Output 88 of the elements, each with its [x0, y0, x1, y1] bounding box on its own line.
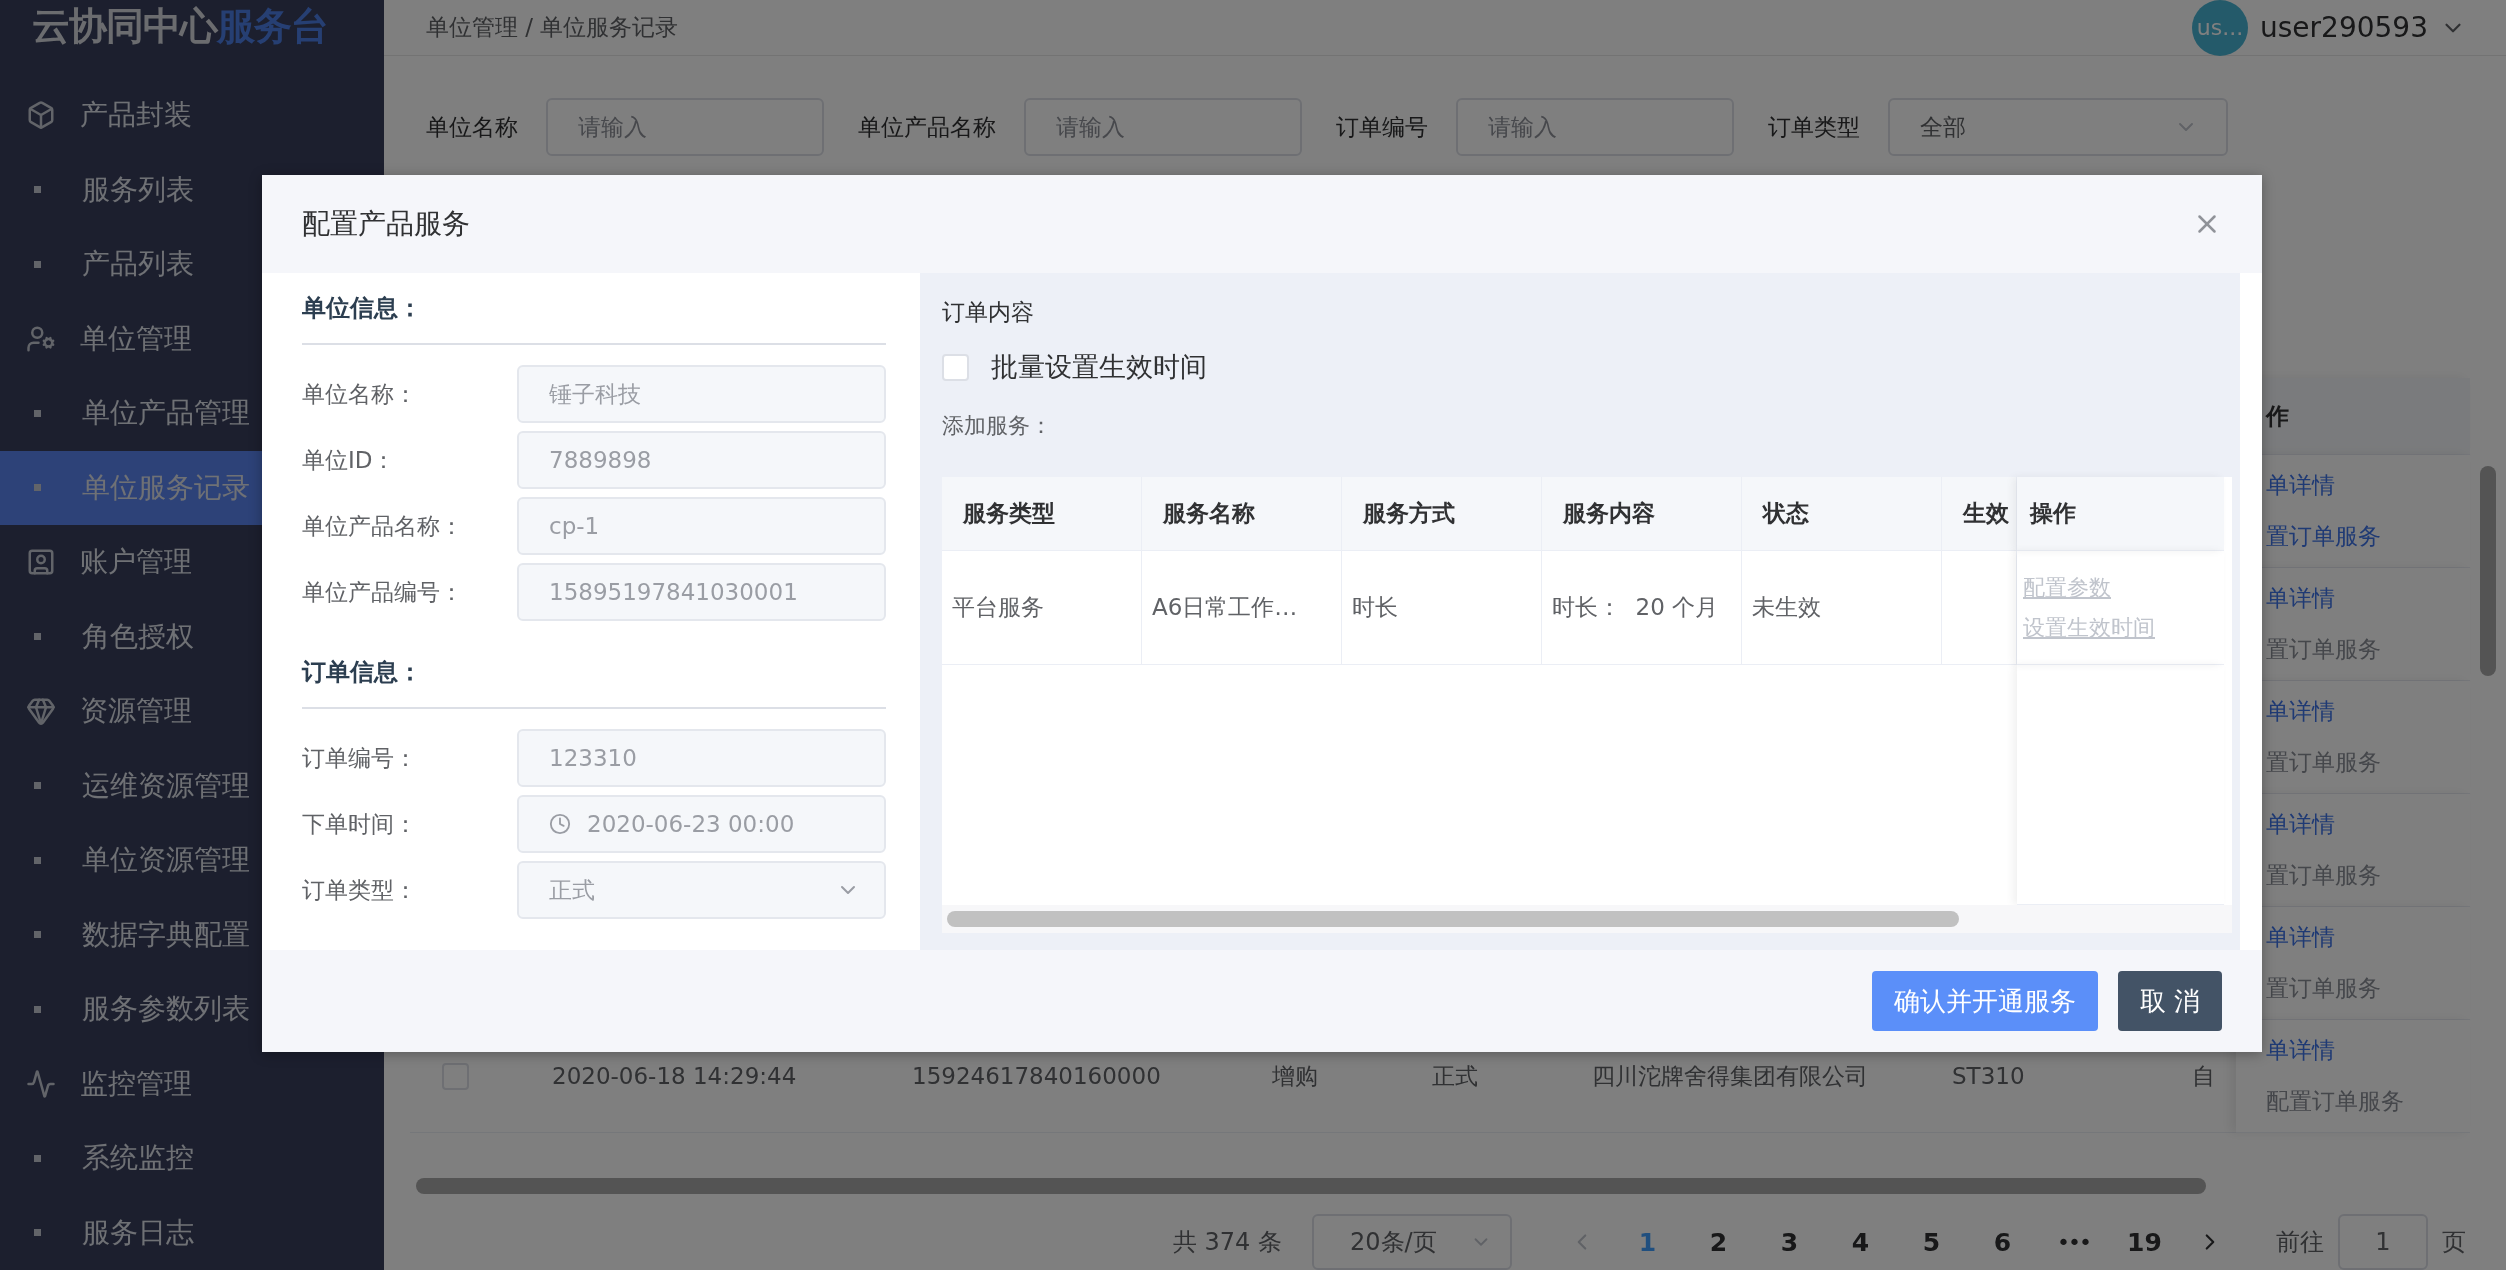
action-link[interactable]: 置订单服务: [2266, 521, 2470, 552]
action-link[interactable]: 单详情: [2266, 1035, 2470, 1066]
bullet-icon: [34, 931, 41, 939]
input-field[interactable]: 请输入: [1456, 98, 1734, 156]
bullet-icon: [34, 1154, 41, 1162]
table-header: 状态: [1742, 477, 1942, 551]
menu-item[interactable]: 服务日志: [0, 1195, 384, 1270]
page-number[interactable]: 3: [1754, 1227, 1825, 1257]
field-label: 下单时间：: [302, 809, 418, 839]
table-header: 服务名称: [1142, 477, 1342, 551]
page-number[interactable]: 1: [1612, 1227, 1683, 1257]
table-cell-text: 增购: [1272, 1061, 1318, 1091]
table-cell-text: 自: [2192, 1061, 2215, 1091]
diamond-icon: [26, 696, 56, 727]
more-pages[interactable]: •••: [2038, 1229, 2109, 1255]
table-cell: 2020-06-18 14:29:44: [552, 1063, 797, 1089]
monitor-pulse-icon: [26, 1068, 56, 1099]
filter-label: 单位产品名称: [858, 112, 996, 142]
dialog-title: 配置产品服务: [302, 206, 470, 242]
section-title: 订单信息：: [302, 657, 423, 688]
table-header: 服务内容: [1542, 477, 1742, 551]
input-field[interactable]: 请输入: [546, 98, 824, 156]
bullet-icon: [34, 782, 41, 790]
field-label: 单位产品编号：: [302, 577, 464, 607]
field-label: 订单编号：: [302, 743, 418, 773]
table-cell-text: A6日常工作…: [1152, 593, 1298, 622]
page-number[interactable]: 19: [2109, 1227, 2180, 1257]
table-cell-text: 未生效: [1752, 593, 1821, 622]
clock-icon: [549, 813, 571, 835]
bullet-icon: [34, 856, 41, 864]
id-card-icon: [26, 547, 56, 578]
goto-label: 前往: [2276, 1227, 2324, 1258]
table-cell-text: 时长: [1352, 593, 1398, 622]
scrollbar[interactable]: [947, 911, 1959, 927]
scrollbar[interactable]: [416, 1178, 2206, 1194]
input-field[interactable]: 请输入: [1024, 98, 1302, 156]
menu-group[interactable]: 监控管理: [0, 1046, 384, 1121]
cancel-button[interactable]: 取 消: [2117, 971, 2222, 1031]
page-size-select[interactable]: 20条/页: [1312, 1214, 1512, 1270]
action-link[interactable]: 单详情: [2266, 583, 2470, 614]
logo: 云协同中心服务台: [31, 3, 329, 50]
bullet-icon: [34, 633, 41, 641]
field-label: 单位名称：: [302, 379, 418, 409]
select-field[interactable]: 全部: [1888, 98, 2228, 156]
breadcrumb: 单位管理 / 单位服务记录: [426, 13, 679, 42]
table-header: 服务方式: [1342, 477, 1542, 551]
panel-title: 订单内容: [942, 298, 1035, 327]
page-number[interactable]: 5: [1896, 1227, 1967, 1257]
bullet-icon: [34, 186, 41, 194]
scrollbar[interactable]: [2480, 466, 2496, 676]
add-service-label: 添加服务：: [942, 412, 1053, 440]
filter-label: 订单类型: [1768, 112, 1860, 142]
table-cell-text: 正式: [1432, 1061, 1478, 1091]
box-icon: [26, 100, 56, 131]
table-cell: ST310: [1952, 1063, 2025, 1089]
user-name[interactable]: user290593: [2260, 11, 2428, 44]
page-input[interactable]: 1: [2338, 1214, 2428, 1270]
page-number[interactable]: 6: [1967, 1227, 2038, 1257]
avatar[interactable]: us...: [2192, 0, 2249, 56]
confirm-button[interactable]: 确认并开通服务: [1871, 971, 2098, 1031]
action-link[interactable]: 单详情: [2266, 922, 2470, 953]
menu-item[interactable]: 系统监控: [0, 1121, 384, 1196]
table-header: 操作: [2017, 477, 2224, 551]
bullet-icon: [34, 260, 41, 268]
page-suffix: 页: [2442, 1227, 2466, 1258]
filter-label: 单位名称: [426, 112, 518, 142]
total-count: 共 374 条: [1172, 1227, 1282, 1258]
action-link[interactable]: 单详情: [2266, 470, 2470, 501]
section-title: 单位信息：: [302, 293, 423, 324]
menu-item[interactable]: 服务参数列表: [0, 972, 384, 1047]
action-link[interactable]: 单详情: [2266, 809, 2470, 840]
bullet-icon: [34, 1229, 41, 1237]
field-label: 订单类型：: [302, 875, 418, 905]
action-link[interactable]: 单详情: [2266, 696, 2470, 727]
table-header: 生效: [1942, 477, 2017, 551]
table-header: 服务类型: [942, 477, 1142, 551]
bullet-icon: [34, 484, 41, 492]
table-cell: 15924617840160000: [912, 1063, 1161, 1089]
batch-checkbox[interactable]: 批量设置生效时间: [942, 349, 2232, 385]
table-cell-text: 四川沱牌舍得集团有限公司: [1592, 1061, 1868, 1091]
table-cell-text: 平台服务: [952, 593, 1044, 622]
bullet-icon: [34, 409, 41, 417]
filter-label: 订单编号: [1336, 112, 1428, 142]
menu-group[interactable]: 产品封装: [0, 78, 384, 153]
page-number[interactable]: 2: [1683, 1227, 1754, 1257]
bullet-icon: [34, 1005, 41, 1013]
page-number[interactable]: 4: [1825, 1227, 1896, 1257]
table-cell-text: 时长： 20 个月: [1552, 593, 1719, 622]
